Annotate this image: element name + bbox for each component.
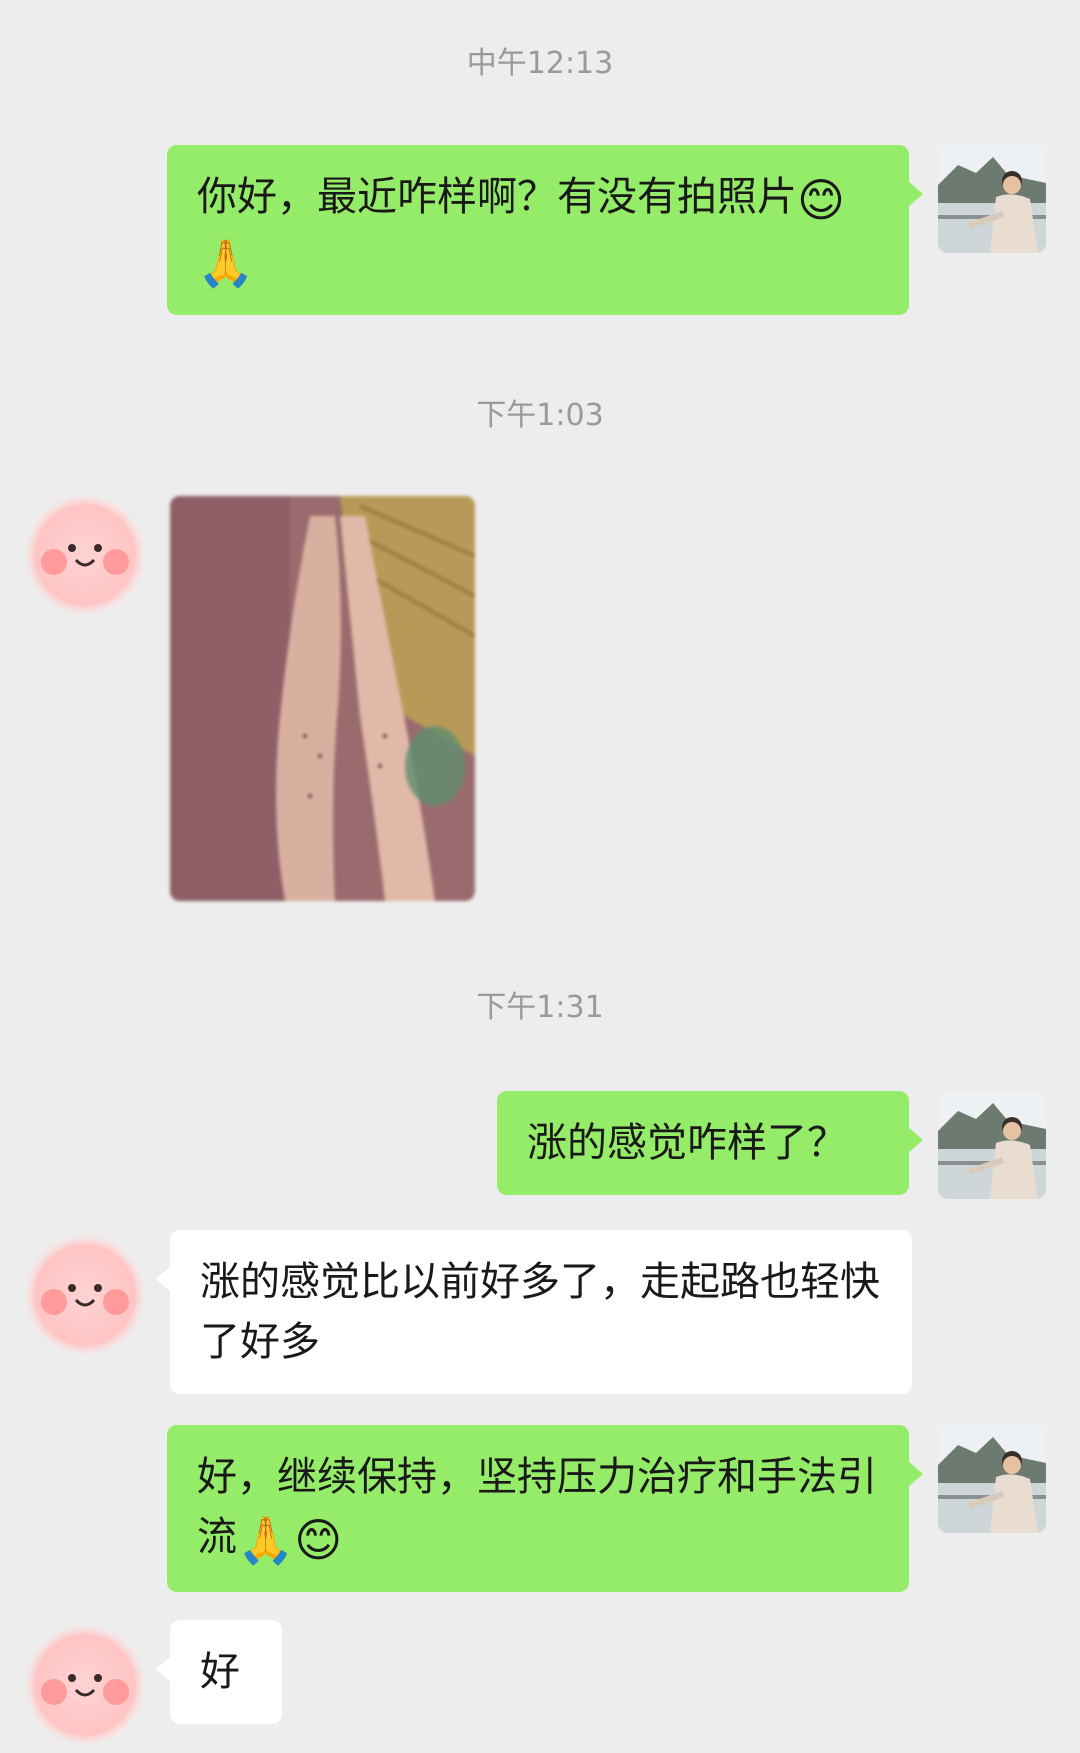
other-avatar[interactable]	[20, 490, 150, 620]
my-avatar[interactable]	[938, 1091, 1046, 1199]
message-bubble-sent[interactable]: 好，继续保持，坚持压力治疗和手法引流🙏😊	[167, 1425, 923, 1592]
other-avatar[interactable]	[20, 1620, 150, 1750]
my-avatar[interactable]	[938, 145, 1046, 253]
message-text: 好	[200, 1649, 240, 1695]
my-avatar[interactable]	[938, 1425, 1046, 1533]
message-text: 涨的感觉咋样了？	[527, 1120, 847, 1166]
leg-photo[interactable]	[170, 496, 475, 901]
timestamp: 中午12:13	[466, 46, 614, 81]
message-text: 你好，最近咋样啊？有没有拍照片	[197, 174, 797, 220]
pray-smile-emoji-icon: 🙏😊	[237, 1513, 343, 1567]
timestamp: 下午1:31	[476, 990, 604, 1025]
message-bubble-received[interactable]: 好	[156, 1620, 282, 1724]
message-text: 涨的感觉比以前好多了，走起路也轻快了好多	[200, 1259, 880, 1365]
message-bubble-sent[interactable]: 你好，最近咋样啊？有没有拍照片😊🙏	[167, 145, 923, 315]
other-avatar[interactable]	[20, 1230, 150, 1360]
message-bubble-received[interactable]: 涨的感觉比以前好多了，走起路也轻快了好多	[156, 1230, 912, 1394]
timestamp: 下午1:03	[476, 398, 604, 433]
chat-window: 中午12:13 你好，最近咋样啊？有没有拍照片😊🙏 下午1:03 下午1:31 …	[0, 0, 1080, 1753]
message-bubble-sent[interactable]: 涨的感觉咋样了？	[497, 1091, 923, 1195]
